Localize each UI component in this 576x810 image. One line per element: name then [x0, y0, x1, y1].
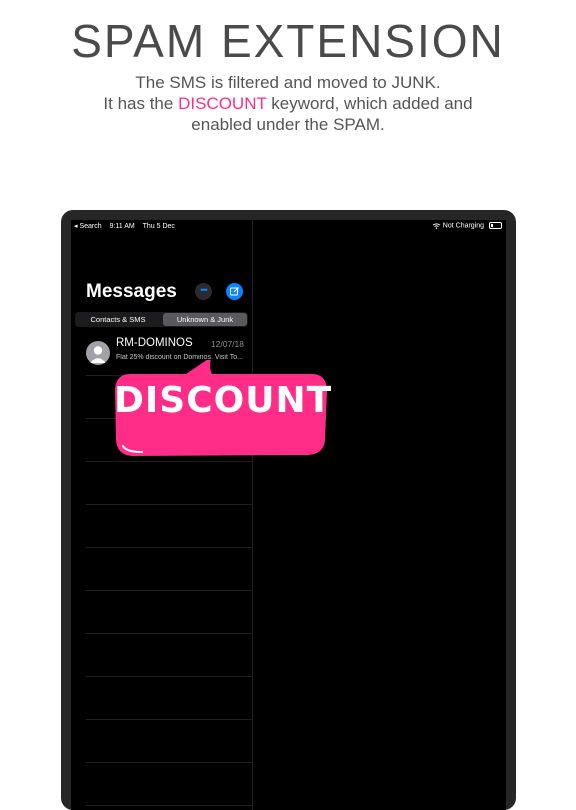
message-sender: RM-DOMINOS	[116, 337, 193, 349]
messages-title: Messages	[86, 281, 177, 302]
description-prefix: It has the	[103, 94, 174, 113]
battery-icon	[489, 222, 502, 229]
ipad-screen: ◂ Search 9:11 AM Thu 5 Dec Not Charging …	[71, 220, 506, 810]
row-divider	[86, 719, 252, 720]
more-icon[interactable]: •••	[195, 283, 212, 300]
row-divider	[86, 590, 252, 591]
row-divider	[86, 805, 252, 806]
tab-contacts-sms[interactable]: Contacts & SMS	[76, 313, 160, 326]
ipad-frame: ◂ Search 9:11 AM Thu 5 Dec Not Charging …	[61, 210, 516, 810]
filter-segmented-control: Contacts & SMS Unknown & Junk	[75, 312, 248, 327]
tab-unknown-junk[interactable]: Unknown & Junk	[163, 313, 247, 326]
wifi-icon	[432, 222, 441, 229]
description-line-1: The SMS is filtered and moved to JUNK.	[135, 73, 441, 92]
row-divider	[86, 547, 252, 548]
description-line-2: It has the DISCOUNT keyword, which added…	[0, 93, 576, 114]
status-right: Not Charging	[432, 222, 502, 229]
row-divider	[86, 676, 252, 677]
row-divider	[86, 461, 252, 462]
keyword-highlight: DISCOUNT	[178, 94, 267, 113]
messages-sidebar: Messages ••• Contacts & SMS Unknown & Ju…	[71, 220, 253, 810]
battery-status-label: Not Charging	[442, 222, 485, 230]
avatar-icon	[86, 341, 110, 365]
row-divider	[86, 762, 252, 763]
description: The SMS is filtered and moved to JUNK. I…	[0, 72, 576, 135]
description-line-3: enabled under the SPAM.	[191, 115, 385, 134]
row-divider	[86, 504, 252, 505]
message-date: 12/07/18	[210, 339, 244, 349]
compose-icon[interactable]	[226, 283, 243, 300]
page-headline: SPAM EXTENSION	[71, 15, 505, 67]
callout-text: DISCOUNT	[114, 380, 333, 421]
row-divider	[86, 633, 252, 634]
description-suffix: keyword, which added and	[271, 94, 473, 113]
discount-callout: DISCOUNT	[114, 360, 333, 456]
